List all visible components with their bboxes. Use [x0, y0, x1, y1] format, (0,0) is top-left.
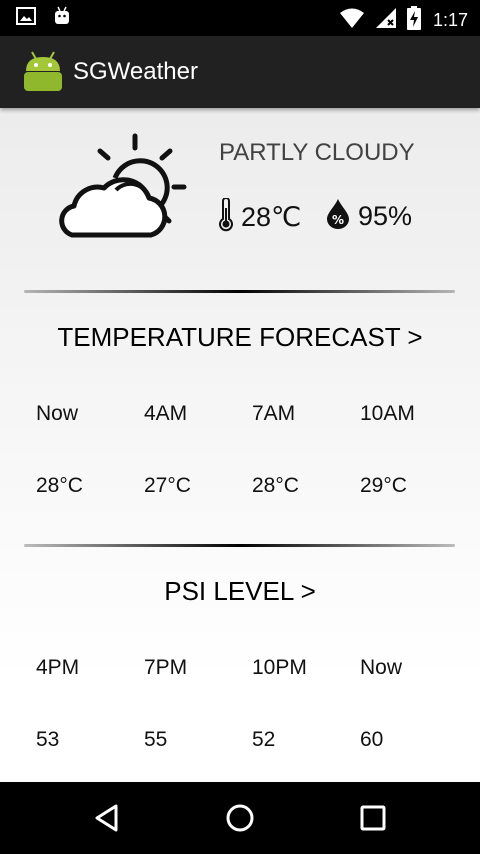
app-title: SGWeather: [73, 58, 198, 85]
image-icon: [16, 6, 36, 31]
forecast-value: 28°C: [252, 474, 299, 497]
psi-time: 10PM: [252, 656, 307, 679]
forecast-time: 10AM: [360, 402, 415, 425]
android-debug-icon: [52, 6, 72, 31]
recents-icon[interactable]: [355, 800, 391, 836]
app-bar: SGWeather: [0, 36, 480, 108]
divider: [24, 290, 455, 293]
psi-value: 52: [252, 728, 276, 751]
navigation-bar: [0, 782, 480, 854]
psi-time: Now: [360, 656, 403, 679]
psi-time: 7PM: [144, 656, 188, 679]
thermometer-icon: [219, 197, 233, 237]
forecast-values-row: 28°C 27°C 28°C 29°C: [0, 474, 480, 504]
forecast-time: 7AM: [252, 402, 296, 425]
psi-value: 60: [360, 728, 384, 751]
battery-charging-icon: [406, 6, 421, 35]
psi-values-row: 53 55 52 60: [0, 728, 480, 758]
psi-times-row: 4PM 7PM 10PM Now: [0, 656, 480, 686]
weather-condition: PARTLY CLOUDY: [219, 139, 415, 166]
clock: 1:17: [432, 10, 468, 30]
forecast-value: 28°C: [36, 474, 83, 497]
wifi-icon: [339, 7, 365, 34]
divider: [24, 544, 455, 547]
android-launcher-icon: [22, 51, 64, 96]
psi-value: 55: [144, 728, 168, 751]
status-bar: 1:17: [0, 0, 480, 36]
partly-cloudy-icon: [50, 130, 192, 247]
psi-level-link[interactable]: PSI LEVEL >: [0, 576, 480, 607]
forecast-time: Now: [36, 402, 79, 425]
forecast-value: 29°C: [360, 474, 407, 497]
forecast-times-row: Now 4AM 7AM 10AM: [0, 402, 480, 432]
signal-icon: [375, 7, 397, 34]
home-icon[interactable]: [222, 800, 258, 836]
current-temperature: 28℃: [219, 197, 302, 237]
temperature-forecast-link[interactable]: TEMPERATURE FORECAST >: [0, 322, 480, 353]
svg-text:%: %: [332, 213, 344, 227]
psi-value: 53: [36, 728, 60, 751]
humidity-value: 95%: [358, 201, 413, 231]
forecast-time: 4AM: [144, 402, 188, 425]
temperature-value: 28℃: [241, 202, 302, 232]
forecast-value: 27°C: [144, 474, 191, 497]
psi-time: 4PM: [36, 656, 80, 679]
current-humidity: % 95%: [326, 198, 412, 235]
main-content: PARTLY CLOUDY 28℃ % 95% TEMPERATURE FORE…: [0, 108, 480, 782]
humidity-drop-icon: %: [326, 198, 350, 235]
back-icon[interactable]: [89, 800, 125, 836]
